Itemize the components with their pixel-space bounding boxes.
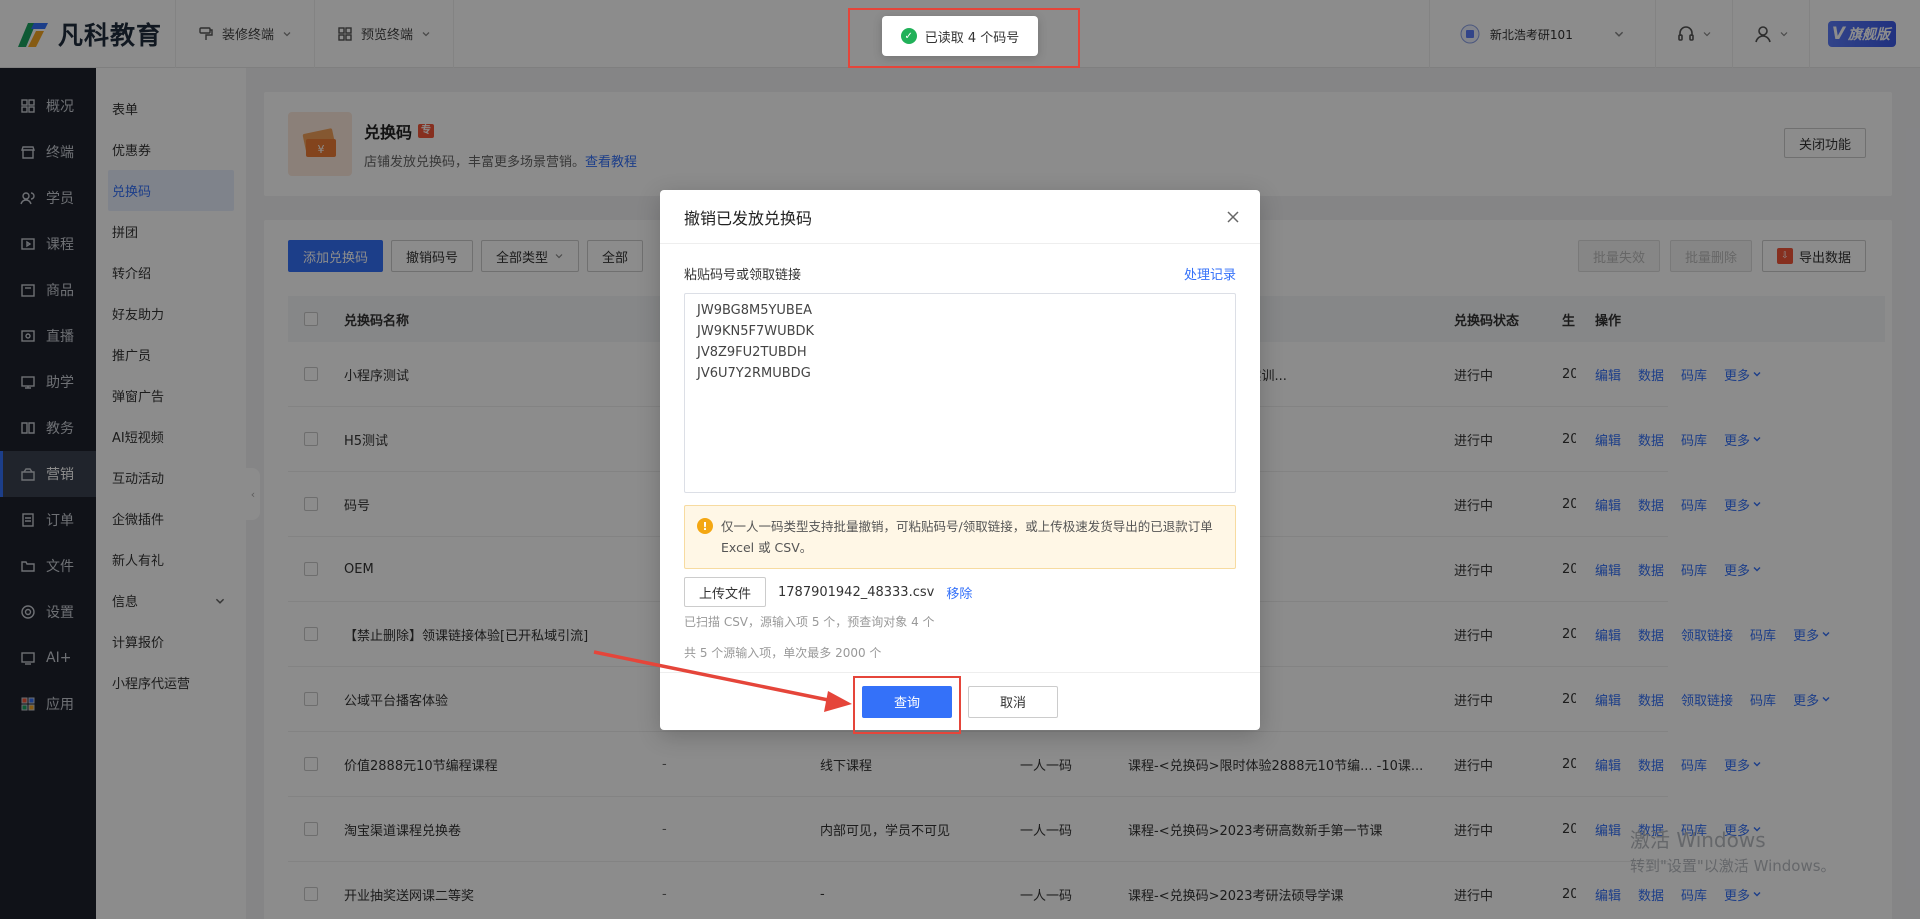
upload-row: 上传文件 1787901942_48333.csv 移除 [684, 577, 1236, 607]
revoke-dialog: 撤销已发放兑换码 粘贴码号或领取链接 处理记录 JW9BG8M5YUBEA JW… [660, 190, 1260, 730]
remove-file-link[interactable]: 移除 [946, 583, 972, 602]
highlight-box-toast [848, 8, 1080, 68]
warning-alert: ! 仅一人一码类型支持批量撤销，可粘贴码号/领取链接，或上传极速发货导出的已退款… [684, 505, 1236, 569]
warning-icon: ! [697, 518, 713, 534]
cancel-button[interactable]: 取消 [968, 685, 1058, 718]
close-icon[interactable] [1224, 208, 1242, 226]
limit-hint: 共 5 个源输入项，单次最多 2000 个 [684, 646, 882, 660]
codes-textarea[interactable]: JW9BG8M5YUBEA JW9KN5F7WUBDK JV8Z9FU2TUBD… [684, 293, 1236, 493]
process-records-link[interactable]: 处理记录 [1184, 264, 1236, 283]
dialog-title: 撤销已发放兑换码 [684, 208, 813, 228]
warning-text: 仅一人一码类型支持批量撤销，可粘贴码号/领取链接，或上传极速发货导出的已退款订单… [721, 519, 1213, 555]
uploaded-file-name: 1787901942_48333.csv [778, 584, 935, 600]
codes-label: 粘贴码号或领取链接 [684, 268, 802, 283]
scan-hint: 已扫描 CSV，源输入项 5 个，预查询对象 4 个 [684, 615, 935, 629]
highlight-box-query [853, 676, 961, 734]
upload-file-button[interactable]: 上传文件 [684, 577, 767, 607]
dialog-header: 撤销已发放兑换码 [660, 190, 1260, 244]
